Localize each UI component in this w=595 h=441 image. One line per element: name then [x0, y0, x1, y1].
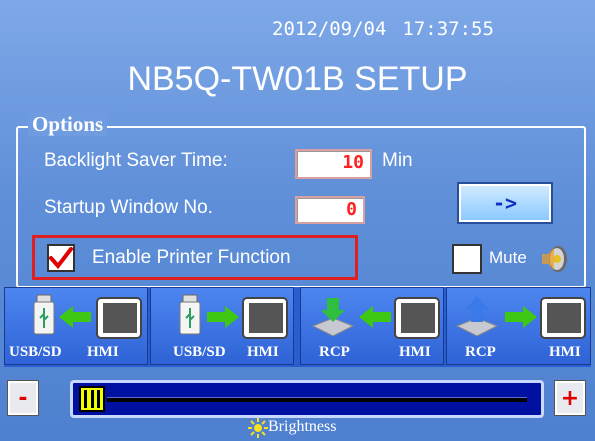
rcp-from-hmi-button[interactable]: RCP HMI — [300, 287, 444, 365]
date-text: 2012/09/04 — [272, 18, 387, 40]
usb-from-hmi-button[interactable]: USB/SD HMI — [4, 287, 148, 365]
usb-icon — [33, 294, 55, 335]
source-label: USB/SD — [173, 344, 226, 360]
hmi-label: HMI — [247, 344, 279, 360]
next-page-button[interactable]: -> — [457, 182, 553, 224]
backlight-saver-label: Backlight Saver Time: — [44, 150, 228, 171]
hmi-screen-icon — [242, 297, 288, 339]
backlight-unit-label: Min — [382, 150, 413, 171]
startup-window-label: Startup Window No. — [44, 197, 213, 218]
printer-function-group[interactable]: Enable Printer Function — [32, 235, 358, 280]
checkmark-icon — [49, 247, 73, 270]
brightness-decrease-button[interactable]: - — [7, 380, 39, 416]
options-group-label: Options — [28, 112, 108, 136]
backlight-saver-input[interactable]: 10 — [295, 149, 372, 179]
rcp-upload-icon — [455, 296, 499, 337]
usb-icon — [179, 294, 201, 335]
brightness-increase-button[interactable]: + — [554, 380, 586, 416]
hmi-label: HMI — [399, 344, 431, 360]
arrow-left-icon — [59, 306, 91, 328]
printer-function-label: Enable Printer Function — [92, 247, 291, 268]
hmi-label: HMI — [87, 344, 119, 360]
time-text: 17:37:55 — [402, 18, 494, 40]
hmi-label: HMI — [549, 344, 581, 360]
speaker-icon — [540, 244, 568, 274]
arrow-left-icon — [359, 306, 391, 328]
hmi-screen-icon — [540, 297, 586, 339]
printer-checkbox[interactable] — [47, 244, 75, 272]
hmi-screen-icon — [96, 297, 142, 339]
source-label: RCP — [319, 344, 350, 360]
startup-window-input[interactable]: 0 — [295, 196, 365, 224]
arrow-right-icon — [505, 306, 537, 328]
brightness-label: Brightness — [268, 418, 337, 435]
brightness-slider[interactable] — [70, 380, 544, 418]
source-label: USB/SD — [9, 344, 62, 360]
rcp-to-hmi-button[interactable]: RCP HMI — [446, 287, 591, 365]
rcp-download-icon — [311, 298, 355, 337]
brightness-slider-rail — [107, 397, 527, 402]
page-title: NB5Q-TW01B SETUP — [127, 60, 468, 98]
source-label: RCP — [465, 344, 496, 360]
usb-to-hmi-button[interactable]: USB/SD HMI — [150, 287, 294, 365]
hmi-screen-icon — [394, 297, 440, 339]
mute-label: Mute — [489, 248, 527, 267]
datetime-display: 2012/09/04 17:37:55 — [272, 18, 494, 40]
arrow-right-icon — [207, 306, 239, 328]
setup-screen: 2012/09/04 17:37:55 NB5Q-TW01B SETUP Opti… — [0, 0, 595, 441]
brightness-slider-thumb[interactable] — [79, 386, 105, 412]
mute-checkbox[interactable] — [452, 244, 482, 274]
sun-icon — [248, 418, 268, 438]
